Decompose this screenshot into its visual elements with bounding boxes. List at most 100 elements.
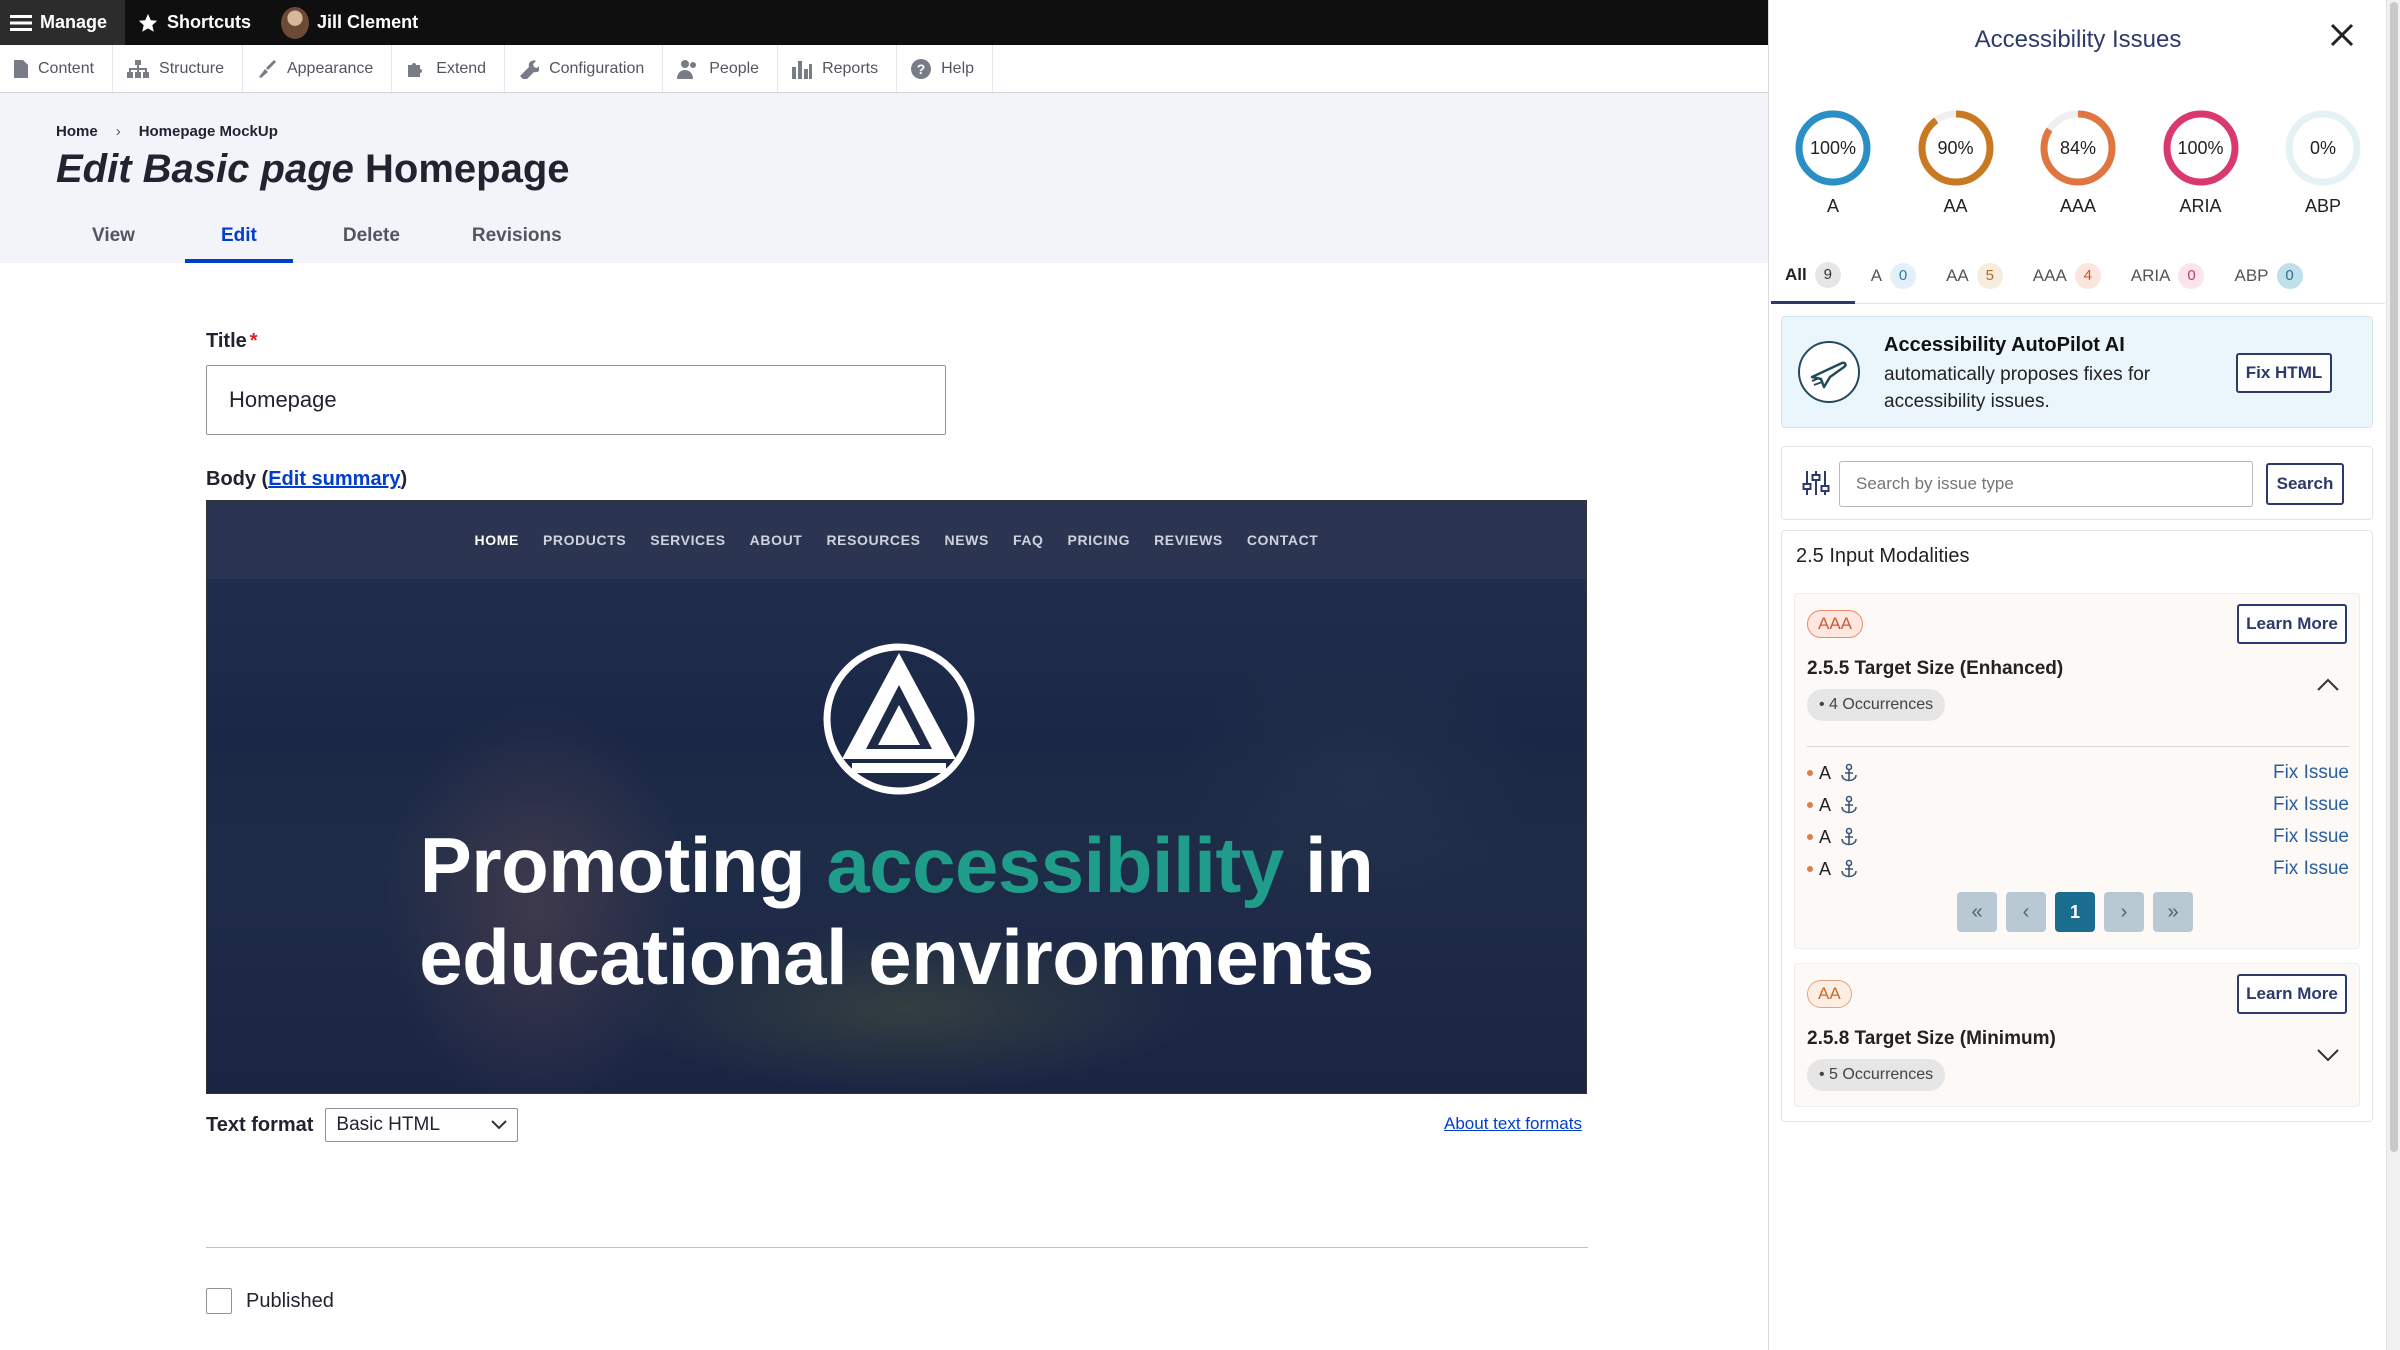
title-label: Title *: [206, 330, 258, 353]
filter-sliders-icon[interactable]: [1802, 469, 1830, 497]
fix-html-button[interactable]: Fix HTML: [2236, 353, 2332, 393]
score-label: ABP: [2304, 196, 2342, 216]
learn-more-button[interactable]: Learn More: [2237, 974, 2347, 1014]
user-button[interactable]: Jill Clement: [269, 0, 436, 45]
tab-aaa[interactable]: AAA 4: [2019, 248, 2115, 304]
body-label-text: Body: [206, 468, 256, 490]
fix-issue-link[interactable]: Fix Issue: [2273, 826, 2349, 848]
score-aria[interactable]: 100% ARIA: [2161, 108, 2241, 217]
hero-nav-item[interactable]: ABOUT: [750, 532, 803, 548]
issue-group: 2.5 Input Modalities AAA Learn More 2.5.…: [1781, 530, 2373, 1122]
hero-nav-item[interactable]: CONTACT: [1247, 532, 1319, 548]
first-page-button[interactable]: «: [1957, 892, 1997, 932]
tab-aa[interactable]: AA 5: [1932, 248, 2017, 304]
hero-nav: HOME PRODUCTS SERVICES ABOUT RESOURCES N…: [207, 501, 1586, 579]
shortcuts-button[interactable]: Shortcuts: [125, 0, 269, 45]
tab-label: A: [1870, 266, 1883, 285]
score-abp[interactable]: 0% ABP: [2283, 108, 2363, 217]
hero-nav-item[interactable]: NEWS: [945, 532, 989, 548]
tab-label: ARIA: [2130, 266, 2171, 285]
tab-all[interactable]: All 9: [1771, 248, 1855, 304]
score-aaa[interactable]: 84% AAA: [2038, 108, 2118, 217]
body-editor-preview[interactable]: HOME PRODUCTS SERVICES ABOUT RESOURCES N…: [206, 500, 1587, 1094]
menu-label: Extend: [436, 59, 487, 77]
fix-issue-link[interactable]: Fix Issue: [2273, 794, 2349, 816]
menu-item-configuration[interactable]: Configuration: [505, 45, 664, 92]
tab-abp[interactable]: ABP 0: [2220, 248, 2316, 304]
paintbrush-icon: [258, 59, 276, 78]
chevron-down-icon[interactable]: [2317, 1048, 2339, 1062]
autopilot-desc: automatically proposes fixes for accessi…: [1884, 364, 2151, 412]
admin-toolbar: Manage Shortcuts Jill Clement: [0, 0, 1768, 45]
hero-nav-item[interactable]: RESOURCES: [826, 532, 920, 548]
tab-aria[interactable]: ARIA 0: [2117, 248, 2219, 304]
menu-item-appearance[interactable]: Appearance: [243, 45, 393, 92]
score-a[interactable]: 100% A: [1793, 108, 1873, 217]
title-label-text: Title: [206, 330, 247, 352]
avatar: [281, 6, 310, 39]
score-ring: 100%: [2161, 108, 2241, 188]
hero-nav-item[interactable]: FAQ: [1013, 532, 1044, 548]
scrollbar-thumb[interactable]: [2390, 2, 2398, 1152]
occurrence-element: A: [1819, 762, 1832, 783]
tab-view[interactable]: View: [70, 215, 157, 263]
scrollbar[interactable]: [2386, 0, 2400, 1350]
menu-item-content[interactable]: Content: [0, 45, 114, 92]
tab-edit[interactable]: Edit: [184, 215, 293, 263]
occurrence-row: A Fix Issue: [1807, 789, 2349, 821]
score-rings: 100% A 90% AA 84% AAA 100% ARIA 0% ABP: [1793, 108, 2363, 217]
fix-issue-link[interactable]: Fix Issue: [2273, 858, 2349, 880]
bullet: [1807, 834, 1813, 840]
breadcrumb-current[interactable]: Homepage MockUp: [139, 123, 278, 140]
manage-button[interactable]: Manage: [0, 0, 126, 45]
wrench-icon: [520, 60, 540, 79]
occurrence-element: A: [1819, 794, 1832, 815]
tab-label: ABP: [2234, 266, 2269, 285]
current-page-button[interactable]: 1: [2055, 892, 2095, 932]
prev-page-button[interactable]: ‹: [2006, 892, 2046, 932]
search-button[interactable]: Search: [2266, 463, 2344, 505]
learn-more-button[interactable]: Learn More: [2237, 604, 2347, 644]
search-input[interactable]: [1839, 461, 2253, 507]
published-checkbox[interactable]: [206, 1288, 232, 1314]
score-aa[interactable]: 90% AA: [1916, 108, 1996, 217]
local-tabs: View Edit Delete Revisions: [70, 215, 612, 263]
menu-item-extend[interactable]: Extend: [392, 45, 506, 92]
menu-item-people[interactable]: People: [663, 45, 779, 92]
title-input[interactable]: [206, 365, 946, 435]
edit-summary-link[interactable]: Edit summary: [268, 468, 400, 490]
required-marker: *: [249, 330, 258, 352]
score-ring: 100%: [1793, 108, 1873, 188]
group-title: 2.5 Input Modalities: [1796, 545, 1970, 567]
menu-label: Content: [38, 59, 95, 77]
close-icon[interactable]: [2327, 20, 2357, 50]
node-edit-form: Title* Body (Edit summary): [206, 330, 946, 490]
hero-nav-item[interactable]: PRODUCTS: [543, 532, 626, 548]
bullet: [1807, 866, 1813, 872]
score-value: 100%: [2177, 138, 2224, 158]
menu-item-reports[interactable]: Reports: [778, 45, 898, 92]
tab-revisions[interactable]: Revisions: [450, 215, 584, 263]
fix-issue-link[interactable]: Fix Issue: [2273, 762, 2349, 784]
chevron-up-icon[interactable]: [2317, 678, 2339, 692]
hero-nav-item[interactable]: REVIEWS: [1154, 532, 1223, 548]
about-text-formats-link[interactable]: About text formats: [1444, 1114, 1582, 1134]
occurrences-badge: • 5 Occurrences: [1807, 1059, 1946, 1091]
text-format-select[interactable]: Basic HTML: [325, 1108, 519, 1142]
occurrences-text: 4 Occurrences: [1829, 696, 1934, 713]
hero-nav-item[interactable]: SERVICES: [650, 532, 725, 548]
breadcrumb-home[interactable]: Home: [56, 123, 98, 140]
breadcrumb-separator: ›: [115, 123, 121, 140]
tab-delete[interactable]: Delete: [321, 215, 422, 263]
score-ring: 0%: [2283, 108, 2363, 188]
last-page-button[interactable]: »: [2153, 892, 2193, 932]
menu-item-help[interactable]: ? Help: [897, 45, 994, 92]
anchor-icon: [1841, 827, 1857, 846]
menu-item-structure[interactable]: Structure: [113, 45, 243, 92]
level-badge: AAA: [1807, 610, 1864, 638]
tab-a[interactable]: A0: [1857, 248, 1930, 304]
hero-nav-item[interactable]: HOME: [475, 532, 519, 548]
tab-count: 9: [1814, 261, 1841, 288]
next-page-button[interactable]: ›: [2104, 892, 2144, 932]
hero-nav-item[interactable]: PRICING: [1068, 532, 1131, 548]
